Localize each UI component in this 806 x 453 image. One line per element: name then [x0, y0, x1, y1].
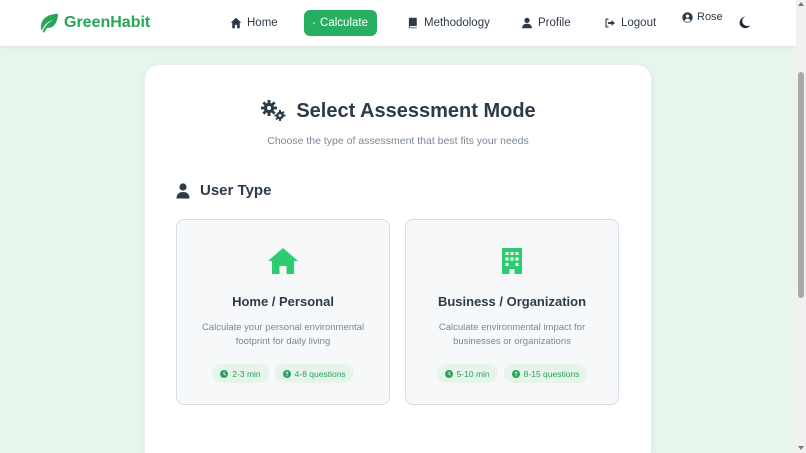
nav-profile[interactable]: Profile — [512, 10, 580, 36]
nav-methodology[interactable]: Methodology — [398, 10, 499, 36]
house-icon — [268, 248, 298, 274]
question-circle-icon — [282, 369, 291, 378]
calculator-icon — [313, 22, 315, 24]
section-title: User Type — [200, 182, 272, 199]
scroll-down-arrow-icon[interactable] — [798, 446, 804, 450]
sign-out-icon — [605, 18, 615, 28]
questions-badge: 4-8 questions — [274, 364, 354, 383]
option-home-personal[interactable]: Home / Personal Calculate your personal … — [176, 219, 390, 405]
scroll-up-arrow-icon[interactable] — [798, 2, 804, 6]
option-description: Calculate your personal environmental fo… — [201, 322, 365, 347]
time-badge-label: 5-10 min — [456, 368, 490, 379]
nav-methodology-label: Methodology — [424, 17, 490, 29]
nav-logout[interactable]: Logout — [595, 10, 665, 36]
assessment-card: Select Assessment Mode Choose the type o… — [145, 65, 651, 453]
questions-badge-label: 4-8 questions — [294, 368, 346, 379]
house-icon — [230, 17, 242, 29]
clock-icon — [220, 369, 229, 378]
nav-home-label: Home — [247, 17, 278, 29]
brand-logo[interactable]: GreenHabit — [38, 13, 150, 33]
questions-badge-label: 8-15 questions — [523, 368, 580, 379]
leaf-icon — [40, 13, 59, 33]
book-icon — [408, 17, 417, 29]
option-title: Home / Personal — [232, 294, 334, 309]
time-badge-label: 2-3 min — [232, 368, 261, 379]
scroll-thumb[interactable] — [798, 72, 804, 298]
option-title: Business / Organization — [437, 294, 587, 309]
nav-home[interactable]: Home — [221, 10, 287, 36]
question-circle-icon — [511, 369, 520, 378]
clock-icon — [444, 369, 453, 378]
time-badge: 5-10 min — [436, 364, 498, 383]
nav-user[interactable]: Rose — [682, 11, 723, 23]
page-scrollbar[interactable] — [796, 0, 806, 453]
nav-logout-label: Logout — [621, 17, 657, 29]
time-badge: 2-3 min — [212, 364, 269, 383]
cogs-icon — [261, 100, 286, 121]
title-row: Select Assessment Mode — [145, 99, 651, 123]
questions-badge: 8-15 questions — [503, 364, 588, 383]
building-icon — [502, 248, 522, 274]
user-icon — [522, 17, 532, 29]
page-title: Select Assessment Mode — [296, 99, 536, 122]
nav-profile-label: Profile — [538, 17, 571, 29]
section-header: User Type — [176, 182, 271, 199]
nav-calculate[interactable]: Calculate — [304, 10, 377, 36]
option-description: Calculate environmental impact for busin… — [438, 322, 586, 347]
moon-icon[interactable] — [737, 15, 751, 29]
option-badges: 2-3 min 4-8 questions — [177, 364, 389, 383]
option-badges: 5-10 min 8-15 questions — [406, 364, 618, 383]
option-business-organization[interactable]: Business / Organization Calculate enviro… — [405, 219, 619, 405]
user-circle-icon — [682, 11, 693, 23]
user-icon — [176, 182, 190, 198]
navbar: GreenHabit Home Calculate Methodology Pr… — [0, 0, 796, 46]
page-subtitle: Choose the type of assessment that best … — [267, 135, 529, 147]
option-icon-wrap — [406, 247, 618, 275]
brand-name: GreenHabit — [64, 14, 151, 31]
nav-calculate-label: Calculate — [320, 17, 368, 29]
option-icon-wrap — [177, 247, 389, 275]
user-name: Rose — [697, 11, 723, 23]
